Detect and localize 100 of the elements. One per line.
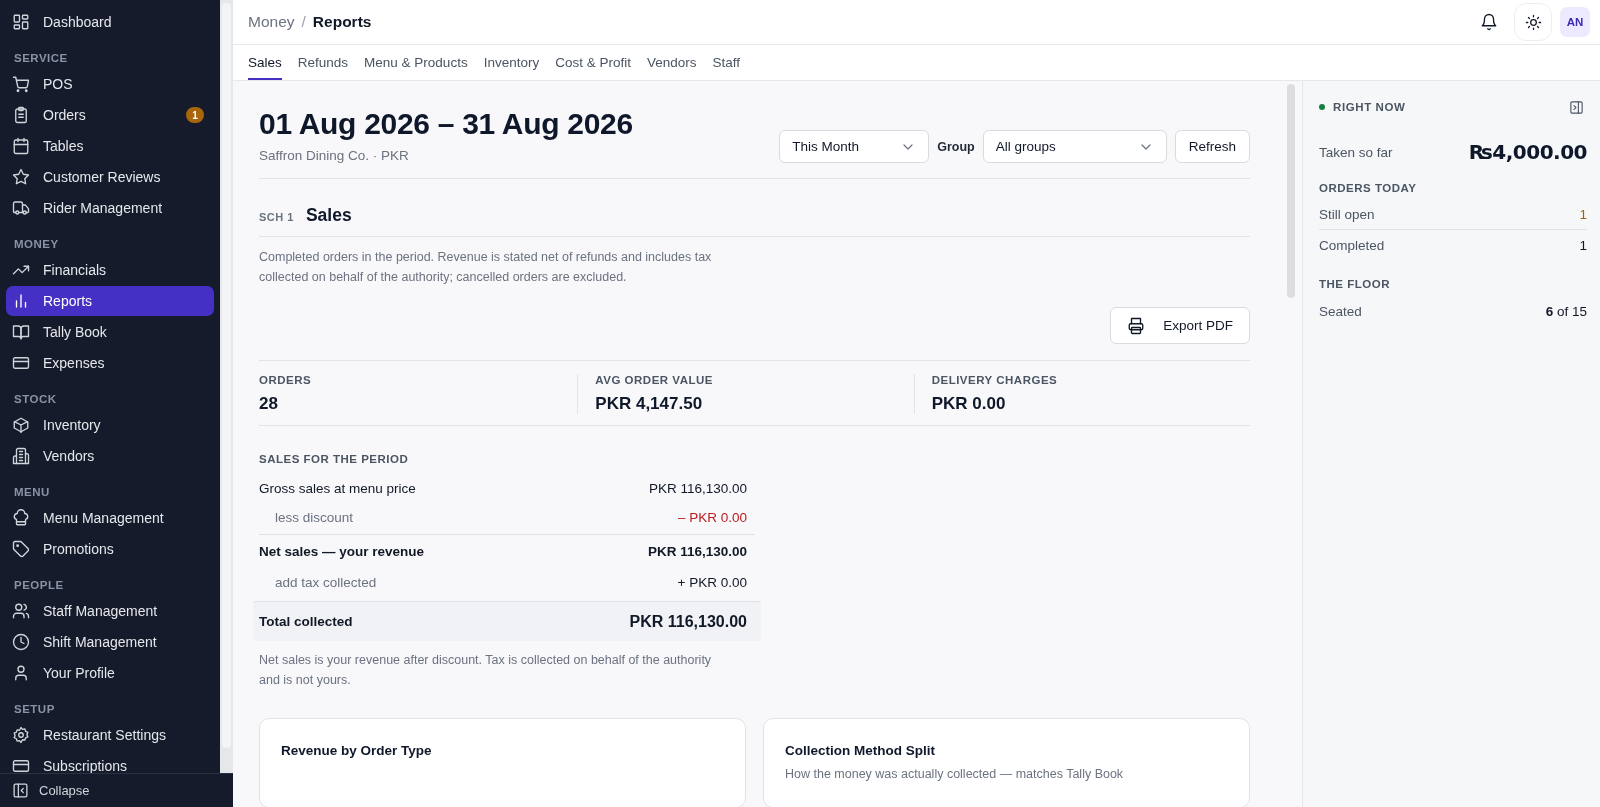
nav-item[interactable]: Inventory: [6, 410, 214, 440]
printer-icon: [1127, 316, 1146, 335]
stat-label: Still open: [1319, 207, 1375, 222]
line-label: Total collected: [259, 614, 353, 629]
stat-value: 1: [1579, 207, 1587, 222]
nav-item[interactable]: Expenses: [6, 348, 214, 378]
box-icon: [12, 416, 30, 434]
section-heading: MONEY: [13, 237, 60, 252]
collapse-button[interactable]: Collapse: [0, 773, 233, 807]
section-heading: STOCK: [13, 392, 58, 407]
nav-item[interactable]: Dashboard: [6, 7, 214, 37]
stat-label: Taken so far: [1319, 144, 1393, 160]
truck-icon: [12, 199, 30, 217]
status-dot: [1319, 104, 1325, 110]
user-icon: [12, 664, 30, 682]
export-pdf-button[interactable]: Export PDF: [1110, 307, 1250, 344]
section-heading: SERVICE: [13, 51, 69, 66]
stat-value: 1: [1579, 237, 1587, 253]
line-label: Net sales — your revenue: [259, 544, 425, 559]
stat-label: Completed: [1319, 237, 1385, 253]
panel-title: RIGHT NOW: [1333, 101, 1407, 113]
line-label: less discount: [274, 510, 354, 525]
tab[interactable]: Inventory: [483, 45, 540, 80]
building-icon: [12, 447, 30, 465]
nav-item[interactable]: Orders 1: [6, 100, 214, 130]
scrollbar[interactable]: [1287, 84, 1295, 298]
section-description: Completed orders in the period. Revenue is stated net of refunds and includes tax collected on behalf of the authority; cancelled orders are excluded.: [259, 249, 713, 286]
section-heading: MENU: [13, 485, 51, 500]
nav-item[interactable]: Customer Reviews: [6, 162, 214, 192]
report-subtitle: Saffron Dining Co. · PKR: [259, 148, 410, 163]
refresh-button[interactable]: Refresh: [1174, 130, 1250, 163]
nav-item[interactable]: Reports: [6, 286, 214, 316]
line-value: + PKR 0.00: [677, 575, 747, 590]
count-badge: 1: [186, 107, 204, 123]
report-title: 01 Aug 2026 – 31 Aug 2026: [259, 107, 633, 141]
line-label: Gross sales at menu price: [259, 481, 416, 496]
group-heading: ORDERS TODAY: [1319, 182, 1418, 196]
tab[interactable]: Cost & Profit: [555, 45, 631, 80]
nav-item[interactable]: Menu Management: [6, 503, 214, 533]
line-value: PKR 116,130.00: [647, 544, 747, 559]
card-title: Collection Method Split: [785, 743, 936, 758]
nav-item[interactable]: Promotions: [6, 534, 214, 564]
sun-icon: [1524, 13, 1542, 31]
kpi-value: PKR 0.00: [931, 394, 1007, 414]
stat-label: Seated: [1319, 303, 1362, 319]
stat-value: 6 of 15: [1545, 303, 1587, 319]
theme-button[interactable]: [1514, 3, 1552, 41]
section-heading: SETUP: [13, 702, 56, 717]
calendar-icon: [12, 137, 30, 155]
kpi-value: PKR 4,147.50: [595, 394, 704, 414]
card-icon: [12, 757, 30, 773]
group-label: Group: [937, 139, 975, 154]
group-heading: SALES FOR THE PERIOD: [259, 453, 410, 465]
tab[interactable]: Menu & Products: [364, 45, 468, 80]
section-code: SCH 1: [259, 211, 294, 223]
star-icon: [12, 168, 30, 186]
nav-item[interactable]: Vendors: [6, 441, 214, 471]
chef-hat-icon: [12, 509, 30, 527]
kpi-label: DELIVERY CHARGES: [931, 374, 1059, 386]
avatar[interactable]: AN: [1560, 7, 1590, 37]
nav-item[interactable]: POS: [6, 69, 214, 99]
kpi-value: 28: [259, 394, 279, 414]
card-subtitle: How the money was actually collected — matches Tally Book: [785, 767, 1125, 781]
tab[interactable]: Refunds: [297, 45, 349, 80]
nav-item[interactable]: Rider Management: [6, 193, 214, 223]
breadcrumb-link[interactable]: Money: [248, 13, 295, 31]
panel-icon: [12, 782, 29, 799]
stat-value: ₨4,000.00: [1468, 140, 1587, 164]
kpi-label: AVG ORDER VALUE: [595, 374, 714, 386]
nav-item[interactable]: Tables: [6, 131, 214, 161]
line-value: – PKR 0.00: [677, 510, 747, 525]
nav-item[interactable]: Financials: [6, 255, 214, 285]
group-select[interactable]: All groups: [982, 130, 1167, 163]
nav-item[interactable]: Staff Management: [6, 596, 214, 626]
cart-icon: [12, 75, 30, 93]
book-icon: [12, 323, 30, 341]
tag-icon: [12, 540, 30, 558]
panel-icon: [1568, 99, 1584, 115]
nav-item[interactable]: Restaurant Settings: [6, 720, 214, 750]
nav-item[interactable]: Your Profile: [6, 658, 214, 688]
grid-icon: [12, 13, 30, 31]
clipboard-icon: [12, 106, 30, 124]
kpi-label: ORDERS: [259, 374, 313, 386]
bell-icon: [1480, 13, 1498, 31]
settings-icon: [12, 726, 30, 744]
users-icon: [12, 602, 30, 620]
breadcrumb-separator: /: [301, 13, 306, 31]
tab[interactable]: Vendors: [646, 45, 697, 80]
section-title: Sales: [305, 205, 352, 226]
line-value: PKR 116,130.00: [648, 481, 747, 496]
nav-item[interactable]: Tally Book: [6, 317, 214, 347]
tab[interactable]: Staff: [712, 45, 741, 80]
nav-item[interactable]: Shift Management: [6, 627, 214, 657]
line-value: PKR 116,130.00: [629, 612, 747, 631]
line-label: add tax collected: [274, 575, 377, 590]
nav-item[interactable]: Subscriptions: [6, 751, 214, 773]
clock-icon: [12, 633, 30, 651]
card-title: Revenue by Order Type: [281, 743, 433, 758]
period-select[interactable]: This Month: [779, 130, 930, 163]
group-heading: THE FLOOR: [1319, 278, 1391, 292]
